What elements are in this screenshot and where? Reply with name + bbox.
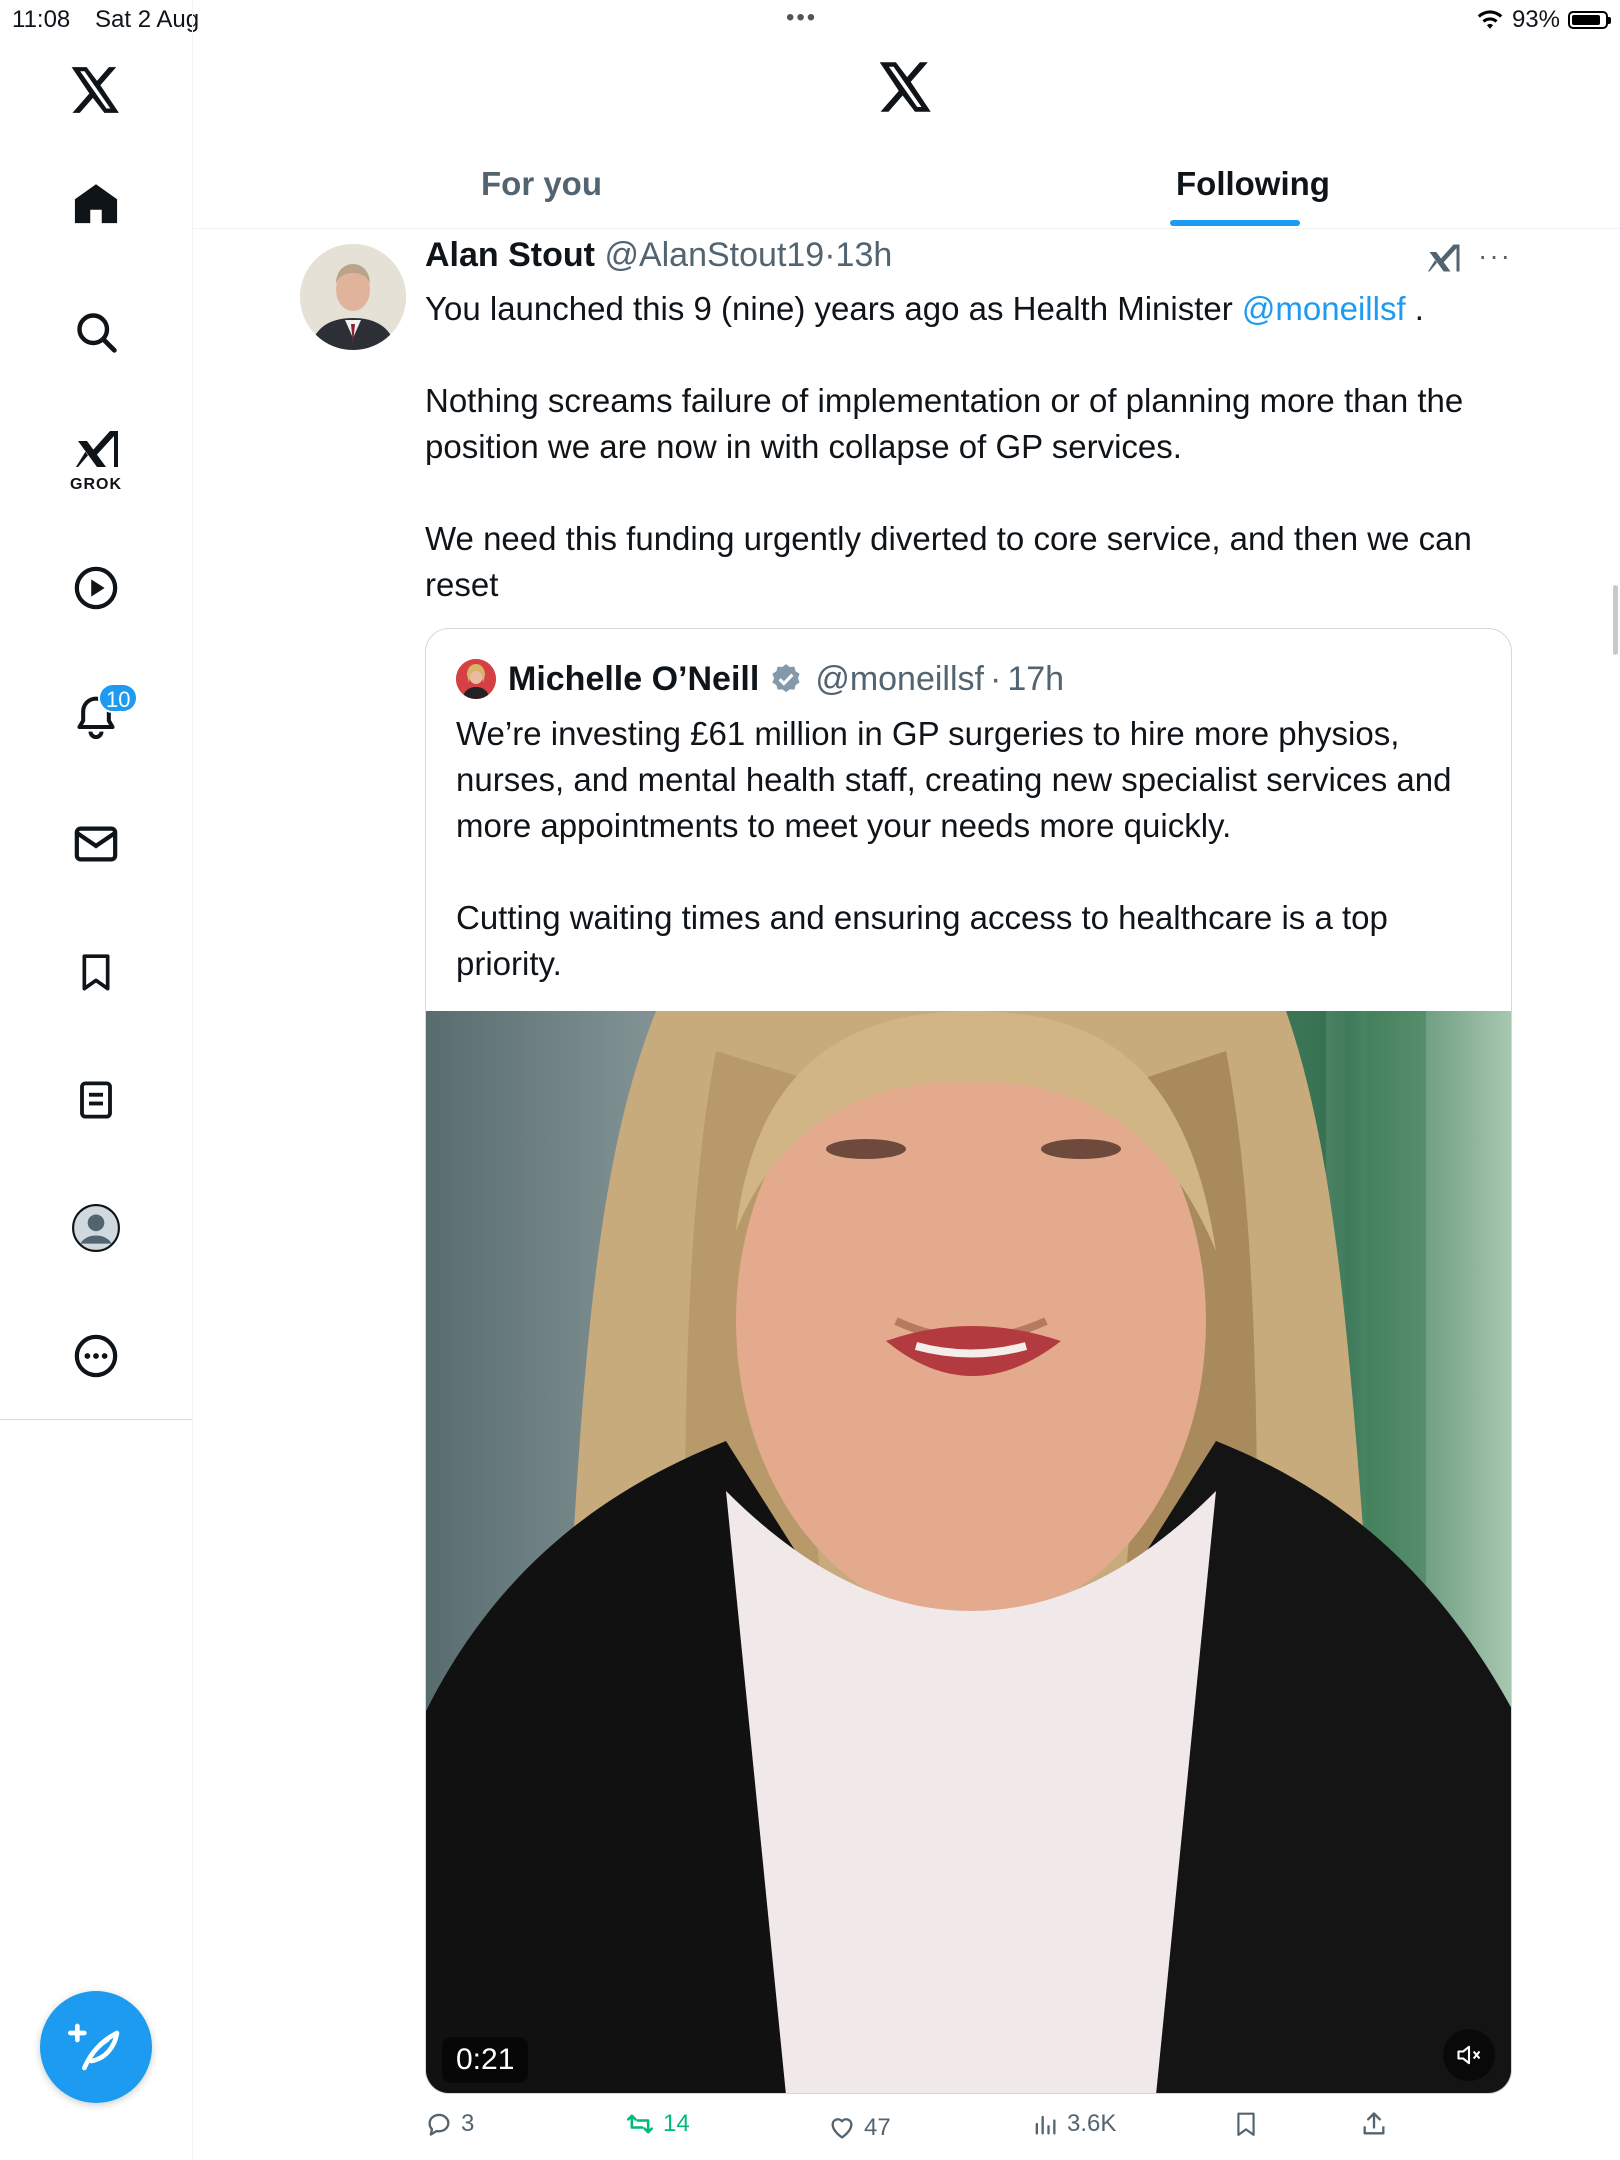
status-bar: 11:08 Sat 2 Aug ••• 93%	[0, 0, 1620, 40]
status-right: 93%	[1476, 6, 1611, 34]
feed-tabs: For you Following	[193, 140, 1620, 229]
grok-label: GROK	[70, 476, 122, 493]
video-frame	[426, 1011, 1511, 2093]
reply-icon	[428, 2113, 450, 2136]
tweet-text-line1-end: .	[1405, 290, 1424, 327]
header-x-logo-icon[interactable]	[879, 62, 935, 118]
author-avatar[interactable]	[300, 244, 406, 350]
views-count: 3.6K	[1067, 2110, 1117, 2137]
quote-time: 17h	[1007, 659, 1065, 698]
lists-icon[interactable]	[68, 1072, 124, 1128]
home-icon[interactable]	[68, 176, 124, 232]
messages-icon[interactable]	[68, 816, 124, 872]
compose-feather-icon	[68, 2023, 120, 2071]
share-icon	[1363, 2112, 1385, 2135]
sidebar-divider	[0, 1419, 192, 1420]
mute-button[interactable]	[1443, 2029, 1495, 2081]
quote-body: We’re investing £61 million in GP surger…	[456, 711, 1476, 987]
share-button[interactable]	[1360, 2110, 1388, 2138]
author-handle[interactable]: @AlanStout19	[604, 236, 824, 274]
repost-icon	[627, 2114, 653, 2134]
notifications-badge: 10	[98, 683, 139, 713]
tweet-paragraph-1: You launched this 9 (nine) years ago as …	[425, 286, 1535, 332]
tweet-body: You launched this 9 (nine) years ago as …	[425, 286, 1535, 608]
quote-author-handle: @moneillsf	[815, 659, 984, 698]
bookmarks-icon[interactable]	[68, 944, 124, 1000]
like-count: 47	[864, 2114, 891, 2141]
grok-explain-icon[interactable]	[1425, 240, 1461, 281]
sidebar: GROK 10	[0, 0, 193, 2160]
tweet-actions: 3 14 47 3.6K	[425, 2110, 1535, 2150]
verified-badge-icon	[772, 664, 800, 693]
tweet-paragraph-2: Nothing screams failure of implementatio…	[425, 382, 1464, 465]
author-name[interactable]: Alan Stout	[425, 236, 595, 274]
bookmark-icon	[1237, 2112, 1255, 2136]
search-icon[interactable]	[68, 304, 124, 360]
quote-meta-separator: ·	[989, 659, 1002, 698]
quote-header: Michelle O’Neill @moneillsf · 17h	[456, 659, 1064, 699]
multitasking-dots-icon[interactable]: •••	[786, 4, 817, 32]
quote-author-name: Michelle O’Neill	[508, 659, 760, 698]
more-icon[interactable]	[68, 1328, 124, 1384]
grok-icon	[76, 431, 118, 467]
bookmark-button[interactable]	[1233, 2110, 1259, 2138]
battery-percent: 93%	[1511, 6, 1560, 33]
heart-icon	[831, 2118, 853, 2139]
grok-nav-item[interactable]: GROK	[60, 425, 132, 494]
muted-speaker-icon	[1457, 2045, 1481, 2065]
repost-button[interactable]: 14	[625, 2110, 690, 2138]
tweet-header: Alan Stout @AlanStout19·13h	[425, 236, 892, 275]
video-icon[interactable]	[68, 560, 124, 616]
tab-for-you[interactable]: For you	[481, 140, 602, 228]
video-duration: 0:21	[442, 2037, 529, 2083]
x-logo-icon[interactable]	[68, 62, 124, 118]
views-button[interactable]: 3.6K	[1031, 2110, 1116, 2138]
like-button[interactable]: 47	[828, 2114, 891, 2142]
video-player[interactable]: 0:21	[426, 1011, 1511, 2093]
reply-button[interactable]: 3	[425, 2110, 474, 2138]
repost-count: 14	[663, 2110, 690, 2137]
tab-following[interactable]: Following	[1176, 140, 1330, 228]
reply-count: 3	[461, 2110, 475, 2137]
scrollbar[interactable]	[1613, 585, 1618, 655]
views-icon	[1035, 2115, 1056, 2135]
tweet-time[interactable]: 13h	[836, 236, 893, 274]
wifi-icon	[1477, 10, 1503, 29]
quote-paragraph-1: We’re investing £61 million in GP surger…	[456, 715, 1452, 844]
quote-paragraph-2: Cutting waiting times and ensuring acces…	[456, 899, 1388, 982]
quote-author-avatar	[456, 659, 496, 699]
tweet-text-line1: You launched this 9 (nine) years ago as …	[425, 290, 1242, 327]
meta-separator: ·	[824, 236, 836, 274]
profile-icon[interactable]	[68, 1200, 124, 1256]
battery-icon	[1568, 11, 1611, 29]
tweet-more-icon[interactable]: ···	[1478, 240, 1512, 272]
mention-link[interactable]: @moneillsf	[1242, 290, 1406, 327]
active-tab-indicator	[1170, 220, 1300, 226]
compose-post-button[interactable]	[40, 1991, 152, 2103]
tweet-paragraph-3: We need this funding urgently diverted t…	[425, 520, 1472, 603]
quoted-tweet[interactable]: Michelle O’Neill @moneillsf · 17h We’re in…	[425, 628, 1512, 2094]
